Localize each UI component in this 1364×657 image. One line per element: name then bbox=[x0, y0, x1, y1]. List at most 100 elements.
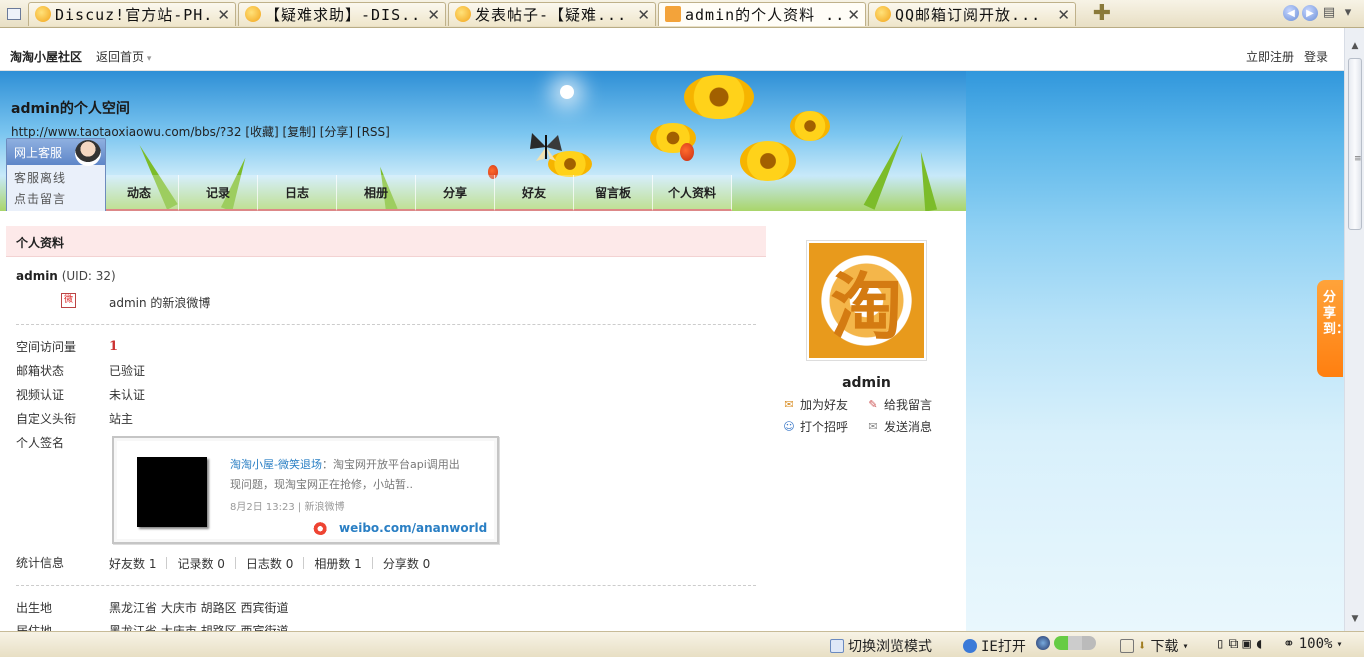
favicon-icon bbox=[35, 6, 51, 22]
tab-title: Discuz!官方站-PH... bbox=[55, 5, 213, 24]
speed-indicator-icon bbox=[1054, 636, 1096, 650]
weibo-link[interactable]: admin 的新浪微博 bbox=[109, 294, 210, 311]
visits-label: 空间访问量 bbox=[16, 340, 77, 354]
status-tools[interactable]: ▯ ⧉ ▣ ◖ bbox=[1216, 636, 1263, 652]
dropdown-icon: ▾ bbox=[1182, 640, 1189, 652]
login-link[interactable]: 登录 bbox=[1304, 48, 1328, 65]
weibo-url-link[interactable]: weibo.com/ananworld bbox=[313, 521, 487, 535]
nav-item-profile[interactable]: 个人资料 bbox=[653, 175, 732, 211]
close-icon[interactable]: ✕ bbox=[847, 6, 860, 24]
stat-friends[interactable]: 好友数 1 bbox=[109, 555, 156, 572]
share-to-float[interactable]: 分享到： bbox=[1317, 280, 1349, 377]
add-friend-button[interactable]: ✉ 加为好友 bbox=[782, 396, 848, 413]
browse-mode-toggle[interactable]: 切换浏览模式 bbox=[830, 636, 932, 656]
signature-card: 淘淘小屋-微笑退场：淘宝网开放平台api调用出现问题，现淘宝网正在抢修，小站暂.… bbox=[112, 436, 499, 544]
browser-tab[interactable]: Discuz!官方站-PH... ✕ bbox=[28, 1, 236, 26]
tab-list-icon[interactable]: ▤ bbox=[1321, 5, 1337, 21]
close-icon[interactable]: ✕ bbox=[1057, 6, 1070, 24]
greet-button[interactable]: ☺ 打个招呼 bbox=[782, 418, 848, 435]
zoom-level: 100% bbox=[1298, 636, 1333, 652]
back-home-link[interactable]: 返回首页 bbox=[96, 48, 151, 65]
browser-menu-icon[interactable] bbox=[0, 0, 28, 28]
new-tab-icon[interactable]: ✚ bbox=[1090, 1, 1114, 26]
stats-list: 好友数 1 记录数 0 日志数 0 相册数 1 分享数 0 bbox=[109, 555, 430, 572]
nav-item-blog[interactable]: 日志 bbox=[258, 175, 337, 211]
grass-decoration bbox=[863, 132, 909, 210]
browse-mode-label: 切换浏览模式 bbox=[848, 639, 932, 655]
customer-service-offline: 客服离线 bbox=[14, 171, 67, 185]
lock-icon: ▣ bbox=[1242, 636, 1251, 652]
site-name[interactable]: 淘淘小屋社区 bbox=[10, 48, 82, 65]
flower-decoration bbox=[684, 75, 754, 119]
forward-icon[interactable]: ▶ bbox=[1302, 5, 1318, 21]
browser-tab-active[interactable]: admin的个人资料 ... ✕ bbox=[658, 1, 866, 26]
stat-shares[interactable]: 分享数 0 bbox=[383, 555, 430, 572]
leave-message-button[interactable]: ✎ 给我留言 bbox=[866, 396, 932, 413]
stat-blogs[interactable]: 日志数 0 bbox=[246, 555, 293, 572]
space-nav: 动态 记录 日志 相册 分享 好友 留言板 个人资料 bbox=[100, 175, 732, 211]
close-icon[interactable]: ✕ bbox=[427, 6, 440, 24]
browser-tab[interactable]: 发表帖子-【疑难... ✕ bbox=[448, 1, 656, 26]
customer-service-header: 网上客服 bbox=[7, 139, 105, 166]
sina-weibo-icon[interactable]: 微 bbox=[61, 293, 76, 308]
download-arrow-icon: ⬇ bbox=[1138, 638, 1147, 654]
divider bbox=[16, 324, 756, 325]
favicon-icon bbox=[875, 6, 891, 22]
tab-title: 【疑难求助】-DIS... bbox=[265, 5, 423, 24]
birthplace-label: 出生地 bbox=[16, 601, 53, 615]
nav-item-friends[interactable]: 好友 bbox=[495, 175, 574, 211]
leave-message-link[interactable]: 点击留言 bbox=[7, 186, 105, 207]
signature-author[interactable]: 淘淘小屋-微笑退场 bbox=[230, 458, 322, 471]
profile-name: admin bbox=[842, 375, 891, 391]
browser-tab[interactable]: QQ邮箱订阅开放... ✕ bbox=[868, 1, 1076, 26]
signature-image bbox=[137, 457, 207, 527]
video-auth-value: 未认证 bbox=[109, 388, 146, 402]
favicon-icon bbox=[665, 6, 681, 22]
network-icons[interactable] bbox=[1036, 636, 1096, 650]
dropdown-icon[interactable]: ▾ bbox=[1340, 5, 1356, 21]
agent-avatar bbox=[75, 140, 101, 166]
zoom-control[interactable]: ⚭ 100% ▾ bbox=[1283, 636, 1342, 652]
nav-item-share[interactable]: 分享 bbox=[416, 175, 495, 211]
scroll-down-icon[interactable]: ▼ bbox=[1348, 614, 1362, 628]
avatar-glyph: 淘 bbox=[830, 264, 903, 349]
nav-item-records[interactable]: 记录 bbox=[179, 175, 258, 211]
scroll-up-icon[interactable]: ▲ bbox=[1348, 41, 1362, 55]
close-icon[interactable]: ✕ bbox=[217, 6, 230, 24]
dropdown-icon: ▾ bbox=[1336, 638, 1343, 650]
stat-records[interactable]: 记录数 0 bbox=[177, 555, 224, 572]
download-label: 下载 bbox=[1150, 639, 1179, 655]
nav-item-feed[interactable]: 动态 bbox=[100, 175, 179, 211]
globe-icon bbox=[1036, 636, 1050, 650]
browser-tab[interactable]: 【疑难求助】-DIS... ✕ bbox=[238, 1, 446, 26]
register-link[interactable]: 立即注册 bbox=[1246, 48, 1294, 65]
stat-albums[interactable]: 相册数 1 bbox=[314, 555, 361, 572]
greet-icon: ☺ bbox=[783, 419, 795, 433]
scroll-thumb[interactable]: ≡ bbox=[1348, 58, 1362, 230]
sky-background bbox=[966, 71, 1344, 631]
nav-item-album[interactable]: 相册 bbox=[337, 175, 416, 211]
nav-item-guestbook[interactable]: 留言板 bbox=[574, 175, 653, 211]
tab-title: 发表帖子-【疑难... bbox=[475, 5, 628, 24]
sun-decoration bbox=[560, 85, 574, 99]
avatar[interactable]: 淘 bbox=[806, 240, 927, 361]
ie-open-button[interactable]: IE打开 bbox=[963, 636, 1026, 656]
customer-service-float: 网上客服 客服离线 点击留言 bbox=[6, 138, 106, 216]
email-status-label: 邮箱状态 bbox=[16, 364, 65, 378]
download-button[interactable]: ⬇ 下载 ▾ bbox=[1120, 636, 1188, 656]
bookmark-icon: ▯ bbox=[1216, 636, 1225, 652]
vertical-scrollbar[interactable]: ▲ ≡ ▼ bbox=[1344, 28, 1364, 631]
signature-label: 个人签名 bbox=[16, 436, 65, 450]
back-icon[interactable]: ◀ bbox=[1283, 5, 1299, 21]
email-status-value: 已验证 bbox=[109, 364, 146, 378]
add-friend-label: 加为好友 bbox=[800, 398, 849, 412]
greet-label: 打个招呼 bbox=[800, 420, 849, 434]
uid: (UID: 32) bbox=[61, 269, 116, 283]
browse-mode-icon bbox=[830, 639, 844, 653]
close-icon[interactable]: ✕ bbox=[637, 6, 650, 24]
tab-title: QQ邮箱订阅开放... bbox=[895, 5, 1042, 24]
stats-label: 统计信息 bbox=[16, 556, 65, 570]
copy-icon: ⧉ bbox=[1228, 636, 1239, 652]
send-message-button[interactable]: ✉ 发送消息 bbox=[866, 418, 932, 435]
birthplace-value: 黑龙江省 大庆市 胡路区 西宾街道 bbox=[109, 601, 289, 615]
